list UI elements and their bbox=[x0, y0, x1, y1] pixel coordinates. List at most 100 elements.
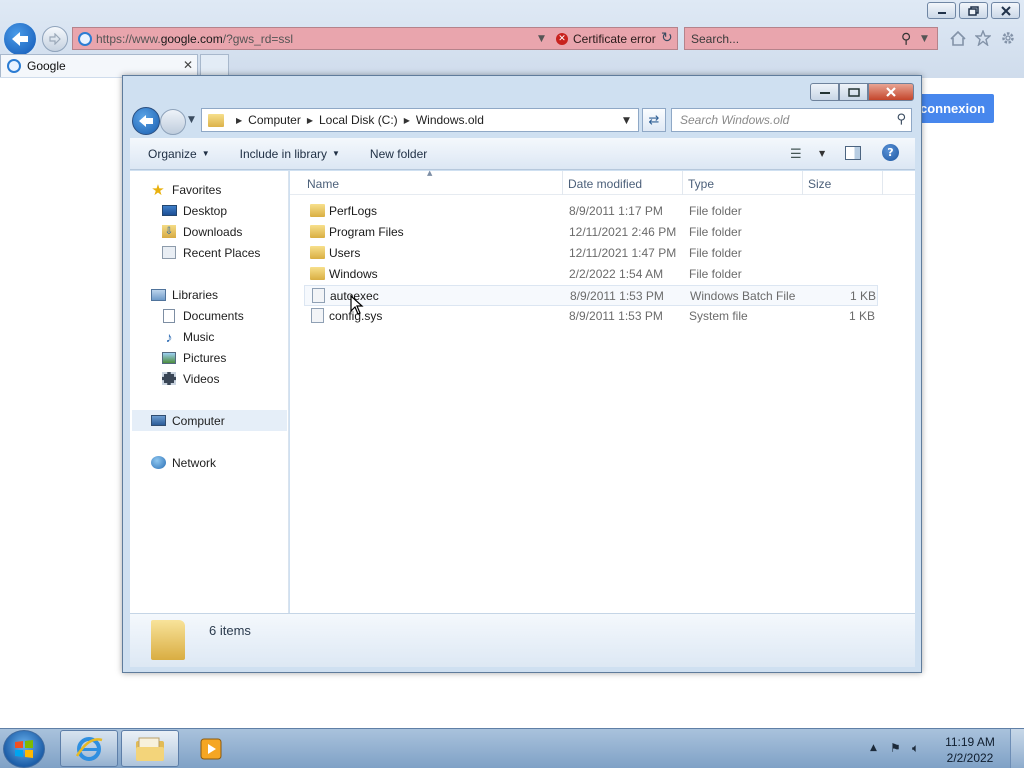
search-dropdown-icon[interactable]: ▼ bbox=[921, 34, 928, 44]
include-in-library-button[interactable]: Include in library ▼ bbox=[240, 147, 340, 161]
search-icon[interactable]: ⚲ bbox=[901, 31, 911, 47]
help-icon[interactable]: ? bbox=[882, 144, 899, 161]
new-folder-button[interactable]: New folder bbox=[370, 147, 427, 161]
tab-close-icon[interactable]: ✕ bbox=[183, 58, 193, 72]
ie-favicon-icon bbox=[7, 59, 21, 73]
home-icon[interactable] bbox=[948, 28, 968, 48]
documents-icon bbox=[161, 308, 177, 323]
explorer-refresh-button[interactable]: ⇄ bbox=[642, 108, 666, 132]
tools-gear-icon[interactable] bbox=[998, 28, 1018, 48]
start-button[interactable] bbox=[3, 730, 45, 768]
change-view-icon[interactable]: ☰ bbox=[790, 147, 802, 162]
certificate-error-label[interactable]: Certificate error bbox=[573, 32, 656, 46]
column-divider[interactable] bbox=[562, 171, 563, 195]
browser-search-box[interactable]: ⚲ ▼ bbox=[684, 27, 938, 50]
explorer-minimize-button[interactable] bbox=[810, 83, 839, 101]
new-tab-button[interactable] bbox=[200, 54, 229, 76]
show-desktop-button[interactable] bbox=[1010, 729, 1024, 768]
file-row[interactable]: Windows 2/2/2022 1:54 AM File folder bbox=[304, 264, 878, 285]
breadcrumb-windows-old[interactable]: Windows.old bbox=[416, 113, 484, 127]
recent-pages-dropdown-icon[interactable]: ▼ bbox=[188, 115, 195, 125]
file-row[interactable]: PerfLogs 8/9/2011 1:17 PM File folder bbox=[304, 201, 878, 222]
explorer-forward-button[interactable] bbox=[160, 109, 186, 135]
organize-button[interactable]: Organize ▼ bbox=[148, 147, 210, 161]
show-hidden-icons-icon[interactable]: ▲ bbox=[870, 743, 877, 753]
file-row[interactable]: autoexec 8/9/2011 1:53 PM Windows Batch … bbox=[304, 285, 878, 306]
nav-downloads[interactable]: ⇩ Downloads bbox=[161, 221, 242, 242]
file-row[interactable]: config.sys 8/9/2011 1:53 PM System file … bbox=[304, 306, 878, 327]
volume-icon[interactable]: 🔈︎ bbox=[912, 741, 919, 756]
preview-pane-icon[interactable] bbox=[845, 146, 861, 160]
browser-caption-buttons bbox=[927, 2, 1020, 19]
nav-libraries[interactable]: Libraries bbox=[150, 284, 218, 305]
breadcrumb-computer[interactable]: Computer bbox=[248, 113, 301, 127]
browser-back-button[interactable] bbox=[2, 21, 38, 57]
organize-label: Organize bbox=[148, 146, 197, 161]
view-dropdown-icon[interactable]: ▼ bbox=[819, 149, 825, 158]
breadcrumb-chevron-icon[interactable]: ▶ bbox=[404, 116, 410, 125]
file-type: File folder bbox=[689, 246, 742, 260]
browser-restore-button[interactable] bbox=[959, 2, 988, 19]
address-bar[interactable]: https://www.google.com/?gws_rd=ssl ▼ ✕ C… bbox=[72, 27, 678, 50]
column-divider[interactable] bbox=[802, 171, 803, 195]
nav-recent-places[interactable]: Recent Places bbox=[161, 242, 260, 263]
search-icon[interactable]: ⚲ bbox=[896, 112, 906, 127]
browser-search-input[interactable] bbox=[691, 31, 891, 46]
column-type[interactable]: Type bbox=[688, 177, 714, 191]
file-name: Windows bbox=[329, 267, 378, 281]
file-date: 8/9/2011 1:53 PM bbox=[569, 309, 663, 323]
explorer-back-button[interactable] bbox=[132, 107, 160, 135]
column-size[interactable]: Size bbox=[808, 177, 831, 191]
browser-minimize-button[interactable] bbox=[927, 2, 956, 19]
address-history-dropdown-icon[interactable]: ▼ bbox=[623, 116, 630, 126]
favorites-star-icon[interactable] bbox=[973, 28, 993, 48]
breadcrumb-local-disk[interactable]: Local Disk (C:) bbox=[319, 113, 398, 127]
recent-places-icon bbox=[161, 246, 177, 260]
breadcrumb-chevron-icon[interactable]: ▶ bbox=[307, 116, 313, 125]
breadcrumb-chevron-icon[interactable]: ▶ bbox=[236, 116, 242, 125]
nav-desktop[interactable]: Desktop bbox=[161, 200, 227, 221]
clock-time: 11:19 AM bbox=[945, 735, 995, 749]
explorer-maximize-button[interactable] bbox=[839, 83, 868, 101]
column-date-modified[interactable]: Date modified bbox=[568, 177, 642, 191]
browser-tab[interactable]: Google ✕ bbox=[0, 54, 198, 77]
browser-forward-button[interactable] bbox=[42, 26, 68, 52]
column-divider[interactable] bbox=[682, 171, 683, 195]
file-name: PerfLogs bbox=[329, 204, 378, 218]
file-row[interactable]: Users 12/11/2021 1:47 PM File folder bbox=[304, 243, 878, 264]
file-size: 1 KB bbox=[849, 289, 876, 303]
file-row[interactable]: Program Files 12/11/2021 2:46 PM File fo… bbox=[304, 222, 878, 243]
breadcrumb[interactable]: ▶ Computer ▶ Local Disk (C:) ▶ Windows.o… bbox=[201, 108, 639, 132]
nav-pictures[interactable]: Pictures bbox=[161, 347, 226, 368]
explorer-close-button[interactable] bbox=[868, 83, 914, 101]
file-type: File folder bbox=[689, 225, 742, 239]
column-name[interactable]: Name bbox=[307, 177, 339, 191]
explorer-search-box[interactable]: ⚲ bbox=[671, 108, 912, 132]
column-divider[interactable] bbox=[882, 171, 883, 195]
action-center-flag-icon[interactable]: ⚑ bbox=[890, 741, 901, 755]
forward-arrow-icon bbox=[49, 33, 61, 45]
nav-favorites[interactable]: ★ Favorites bbox=[150, 179, 221, 200]
taskbar-clock[interactable]: 11:19 AM 2/2/2022 bbox=[940, 734, 1000, 766]
browser-close-button[interactable] bbox=[991, 2, 1020, 19]
column-headers: ▲ Name Date modified Type Size bbox=[290, 169, 915, 195]
pictures-icon bbox=[161, 351, 177, 365]
certificate-error-icon[interactable]: ✕ bbox=[556, 33, 568, 45]
refresh-icon[interactable]: ↻ bbox=[661, 30, 673, 46]
taskbar-media-player[interactable] bbox=[182, 730, 240, 767]
file-list: ▲ Name Date modified Type Size PerfLogs … bbox=[290, 169, 915, 613]
taskbar-windows-explorer[interactable] bbox=[121, 730, 179, 767]
file-name: Users bbox=[329, 246, 361, 260]
taskbar-internet-explorer[interactable] bbox=[60, 730, 118, 767]
nav-videos[interactable]: Videos bbox=[161, 368, 219, 389]
chevron-down-icon: ▼ bbox=[201, 149, 210, 158]
nav-network[interactable]: Network bbox=[150, 452, 216, 473]
nav-computer-label: Computer bbox=[172, 413, 225, 428]
explorer-caption-buttons bbox=[810, 83, 914, 101]
nav-music[interactable]: ♪ Music bbox=[161, 326, 215, 347]
nav-documents[interactable]: Documents bbox=[161, 305, 244, 326]
explorer-search-input[interactable] bbox=[680, 113, 880, 127]
nav-favorites-label: Favorites bbox=[172, 182, 222, 197]
address-dropdown-icon[interactable]: ▼ bbox=[538, 34, 545, 44]
nav-computer[interactable]: Computer bbox=[132, 410, 287, 431]
